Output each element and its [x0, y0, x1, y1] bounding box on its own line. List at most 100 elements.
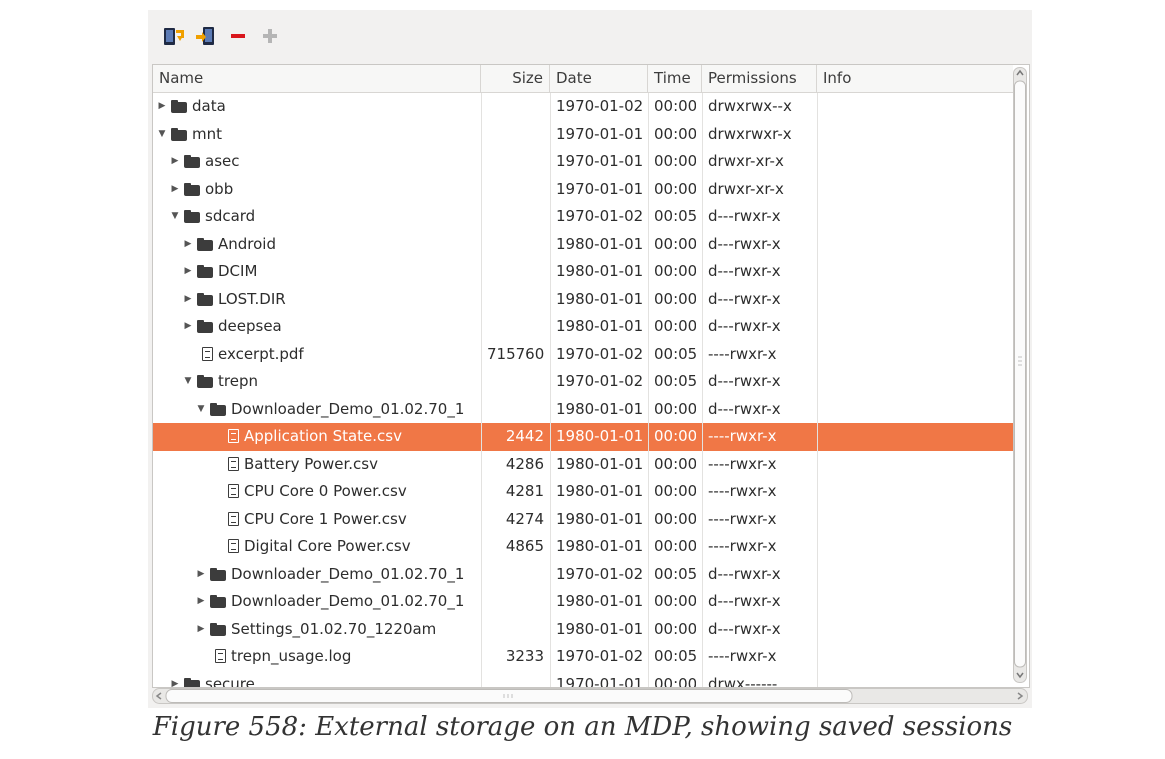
- entry-info: [823, 93, 1007, 121]
- entry-info: [823, 588, 1007, 616]
- column-divider: [550, 93, 551, 687]
- folder-icon: [210, 595, 226, 608]
- expand-arrow-icon[interactable]: ▶: [196, 561, 206, 589]
- expand-arrow-icon[interactable]: ▶: [183, 313, 193, 341]
- file-row[interactable]: Digital Core Power.csv 4865 1980-01-01 00:0…: [153, 533, 1013, 561]
- expand-arrow-icon[interactable]: ▶: [196, 588, 206, 616]
- entry-name: secure: [205, 674, 255, 688]
- entry-time: 00:00: [654, 454, 696, 473]
- folder-row[interactable]: ▶ obb 1970-01-01 00:00 drwxr-xr-x: [153, 176, 1013, 204]
- entry-name: mnt: [192, 124, 222, 143]
- collapse-arrow-icon[interactable]: ▼: [196, 396, 206, 424]
- entry-date: 1980-01-01: [556, 454, 642, 473]
- column-header-time[interactable]: Time: [648, 65, 702, 92]
- entry-name: DCIM: [218, 262, 258, 280]
- column-header-info[interactable]: Info: [817, 65, 1013, 92]
- entry-permissions: ----rwxr-x: [708, 509, 777, 528]
- collapse-arrow-icon[interactable]: ▼: [157, 121, 167, 149]
- folder-row[interactable]: ▶ Downloader_Demo_01.02.70_1 1980-01-01 00:…: [153, 588, 1013, 616]
- entry-info: [823, 368, 1007, 396]
- collapse-arrow-icon[interactable]: ▼: [183, 368, 193, 396]
- add-folder-button[interactable]: [258, 24, 282, 48]
- pull-file-icon: [164, 28, 184, 45]
- file-icon: [215, 649, 226, 663]
- entry-time: 00:00: [654, 317, 696, 335]
- entry-date: 1970-01-02: [556, 97, 642, 115]
- vertical-scrollbar[interactable]: [1013, 67, 1027, 683]
- expand-arrow-icon[interactable]: ▶: [183, 231, 193, 259]
- folder-row[interactable]: ▶ Downloader_Demo_01.02.70_1 1970-01-02 00:…: [153, 561, 1013, 589]
- push-file-button[interactable]: [194, 24, 218, 48]
- entry-info: [823, 451, 1007, 479]
- entry-size: [487, 368, 544, 396]
- entry-date: 1970-01-02: [556, 207, 642, 225]
- folder-row[interactable]: ▼ mnt 1970-01-01 00:00 drwxrwxr-x: [153, 121, 1013, 149]
- folder-row[interactable]: ▶ deepsea 1980-01-01 00:00 d---rwxr-x: [153, 313, 1013, 341]
- entry-permissions: drwxrwxr-x: [708, 124, 792, 143]
- column-divider: [817, 93, 818, 687]
- entry-name: LOST.DIR: [218, 289, 286, 308]
- entry-name: CPU Core 0 Power.csv: [244, 482, 407, 500]
- column-header-name[interactable]: Name: [153, 65, 481, 92]
- entry-date: 1980-01-01: [556, 234, 642, 253]
- entry-info: [823, 148, 1007, 176]
- entry-date: 1970-01-01: [556, 152, 642, 170]
- folder-row[interactable]: ▼ Downloader_Demo_01.02.70_1 1980-01-01 00:…: [153, 396, 1013, 424]
- expand-arrow-icon[interactable]: ▶: [157, 93, 167, 121]
- expand-arrow-icon[interactable]: ▶: [170, 148, 180, 176]
- file-row[interactable]: Application State.csv 2442 1980-01-01 00:00…: [153, 423, 1013, 451]
- delete-button[interactable]: [226, 24, 250, 48]
- entry-name: data: [192, 97, 226, 115]
- folder-row[interactable]: ▶ Android 1980-01-01 00:00 d---rwxr-x: [153, 231, 1013, 259]
- file-row[interactable]: excerpt.pdf 715760 1970-01-02 00:05 ----rwxr…: [153, 341, 1013, 369]
- entry-date: 1970-01-02: [556, 564, 642, 583]
- folder-row[interactable]: ▶ LOST.DIR 1980-01-01 00:00 d---rwxr-x: [153, 286, 1013, 314]
- entry-time: 00:00: [654, 234, 696, 253]
- folder-row[interactable]: ▶ secure 1970-01-01 00:00 drwx------: [153, 671, 1013, 688]
- horizontal-scroll-thumb: [165, 689, 853, 703]
- expand-arrow-icon[interactable]: ▶: [170, 671, 180, 688]
- entry-size: [487, 313, 544, 341]
- horizontal-scrollbar[interactable]: [152, 688, 1028, 704]
- folder-row[interactable]: ▼ sdcard 1970-01-02 00:05 d---rwxr-x: [153, 203, 1013, 231]
- entry-info: [823, 231, 1007, 259]
- folder-row[interactable]: ▶ DCIM 1980-01-01 00:00 d---rwxr-x: [153, 258, 1013, 286]
- file-row[interactable]: Battery Power.csv 4286 1980-01-01 00:00 ----…: [153, 451, 1013, 479]
- expand-arrow-icon[interactable]: ▶: [183, 286, 193, 314]
- folder-icon: [184, 210, 200, 223]
- folder-icon: [210, 622, 226, 636]
- entry-date: 1980-01-01: [556, 482, 642, 500]
- file-row[interactable]: CPU Core 0 Power.csv 4281 1980-01-01 00:00-…: [153, 478, 1013, 506]
- expand-arrow-icon[interactable]: ▶: [196, 616, 206, 644]
- folder-row[interactable]: ▼ trepn 1970-01-02 00:05 d---rwxr-x: [153, 368, 1013, 396]
- file-icon: [228, 484, 239, 498]
- folder-row[interactable]: ▶ Settings_01.02.70_1220am 1980-01-01 00:00…: [153, 616, 1013, 644]
- entry-time: 00:00: [654, 427, 696, 445]
- pull-file-button[interactable]: [162, 24, 186, 48]
- entry-time: 00:00: [654, 674, 696, 688]
- file-row[interactable]: trepn_usage.log 3233 1970-01-02 00:05 ----rw…: [153, 643, 1013, 671]
- entry-info: [823, 203, 1007, 231]
- column-header-permissions[interactable]: Permissions: [702, 65, 817, 92]
- collapse-arrow-icon[interactable]: ▼: [170, 203, 180, 231]
- entry-date: 1970-01-01: [556, 674, 642, 688]
- folder-row[interactable]: ▶ asec 1970-01-01 00:00 drwxr-xr-x: [153, 148, 1013, 176]
- entry-time: 00:00: [654, 592, 696, 610]
- entry-info: [823, 561, 1007, 589]
- column-header-size[interactable]: Size: [481, 65, 550, 92]
- entry-size: [487, 396, 544, 424]
- entry-name: CPU Core 1 Power.csv: [244, 509, 407, 528]
- folder-icon: [197, 292, 213, 306]
- file-tree-rows: ▶ data 1970-01-02 00:00 drwxrwx--x ▼ mnt 1970-0…: [153, 93, 1013, 687]
- file-icon: [228, 511, 239, 526]
- entry-size: 3233: [505, 647, 544, 665]
- entry-name: Downloader_Demo_01.02.70_1: [231, 592, 465, 610]
- expand-arrow-icon[interactable]: ▶: [183, 258, 193, 286]
- folder-row[interactable]: ▶ data 1970-01-02 00:00 drwxrwx--x: [153, 93, 1013, 121]
- column-header-date[interactable]: Date: [550, 65, 648, 92]
- file-row[interactable]: CPU Core 1 Power.csv 4274 1980-01-01 00:00-…: [153, 506, 1013, 534]
- expand-arrow-icon[interactable]: ▶: [170, 176, 180, 204]
- entry-permissions: d---rwxr-x: [708, 399, 781, 418]
- entry-name: trepn_usage.log: [231, 647, 352, 665]
- entry-permissions: d---rwxr-x: [708, 564, 781, 583]
